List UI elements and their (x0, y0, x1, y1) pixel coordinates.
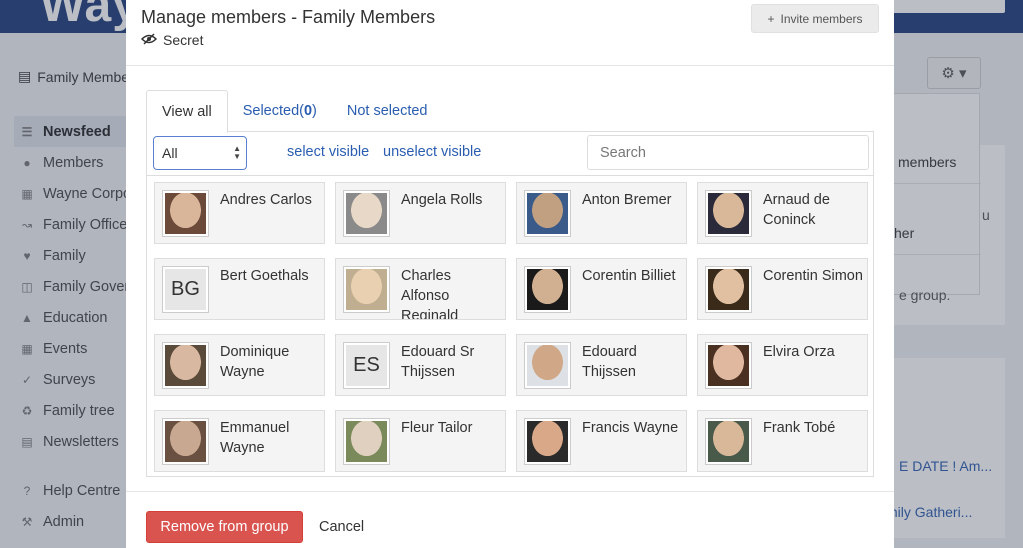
avatar (524, 342, 571, 389)
member-card[interactable]: Frank Tobé (697, 410, 868, 472)
member-name: Charles Alfonso Reginald (401, 268, 459, 320)
avatar (162, 190, 209, 237)
member-photo (527, 345, 568, 386)
member-name: Edouard Thijssen (582, 344, 637, 380)
modal-title: Manage members - Family Members (141, 7, 436, 27)
member-photo (708, 193, 749, 234)
member-photo (527, 421, 568, 462)
avatar: BG (162, 266, 209, 313)
member-card[interactable]: Andres Carlos (154, 182, 325, 244)
avatar (162, 342, 209, 389)
member-photo (527, 193, 568, 234)
member-photo (527, 269, 568, 310)
member-photo (165, 193, 206, 234)
avatar (705, 190, 752, 237)
privacy-label: Secret (163, 32, 204, 48)
avatar (343, 266, 390, 313)
member-photo (708, 269, 749, 310)
modal-header: Manage members - Family Members Secret +… (126, 0, 894, 66)
avatar (705, 418, 752, 465)
member-name: Andres Carlos (220, 192, 312, 208)
member-card[interactable]: Charles Alfonso Reginald (335, 258, 506, 320)
avatar (524, 190, 571, 237)
member-card[interactable]: Arnaud de Coninck (697, 182, 868, 244)
member-card[interactable]: Anton Bremer (516, 182, 687, 244)
member-card[interactable]: Angela Rolls (335, 182, 506, 244)
tab-view-all[interactable]: View all (146, 90, 228, 133)
member-card[interactable]: Corentin Billiet (516, 258, 687, 320)
member-card[interactable]: Elvira Orza (697, 334, 868, 396)
select-arrows-icon: ▲ ▼ (233, 144, 241, 161)
invite-members-button[interactable]: + Invite members (751, 4, 879, 33)
member-name: Corentin Billiet (582, 268, 676, 284)
remove-from-group-button[interactable]: Remove from group (146, 511, 303, 543)
member-photo (346, 269, 387, 310)
member-card[interactable]: ES Edouard Sr Thijssen (335, 334, 506, 396)
search-input[interactable] (587, 135, 869, 170)
avatar (524, 266, 571, 313)
avatar (162, 418, 209, 465)
member-name: Anton Bremer (582, 192, 672, 208)
member-card[interactable]: Dominique Wayne (154, 334, 325, 396)
member-name: Bert Goethals (220, 268, 309, 284)
unselect-visible-link[interactable]: unselect visible (383, 144, 481, 160)
filter-select[interactable]: All ▲ ▼ (153, 136, 247, 170)
member-name: Angela Rolls (401, 192, 483, 208)
member-grid: Andres Carlos Angela Rolls Anton Bremer Arn… (154, 182, 870, 472)
member-name: Corentin Simon (763, 268, 863, 284)
member-name: Frank Tobé (763, 420, 836, 436)
privacy-indicator: Secret (140, 32, 204, 48)
member-name: Dominique Wayne (220, 344, 290, 380)
member-card[interactable]: Fleur Tailor (335, 410, 506, 472)
member-name: Fleur Tailor (401, 420, 473, 436)
member-card[interactable]: Emmanuel Wayne (154, 410, 325, 472)
member-photo (708, 345, 749, 386)
member-card[interactable]: Corentin Simon (697, 258, 868, 320)
avatar (343, 190, 390, 237)
avatar (705, 342, 752, 389)
member-name: Francis Wayne (582, 420, 679, 436)
member-card[interactable]: BG Bert Goethals (154, 258, 325, 320)
member-photo (346, 421, 387, 462)
plus-icon: + (767, 11, 775, 26)
member-name: Emmanuel Wayne (220, 420, 290, 456)
avatar (705, 266, 752, 313)
avatar (524, 418, 571, 465)
members-toolbar: All ▲ ▼ select visible unselect visible (147, 131, 873, 176)
members-panel: All ▲▼ select visible unselect visible A… (146, 131, 874, 477)
member-card[interactable]: Edouard Thijssen (516, 334, 687, 396)
cancel-button[interactable]: Cancel (319, 519, 364, 535)
avatar-initials: BG (165, 269, 206, 310)
member-photo (708, 421, 749, 462)
manage-members-modal: Manage members - Family Members Secret +… (126, 0, 894, 548)
member-name: Edouard Sr Thijssen (401, 344, 475, 380)
member-photo (346, 193, 387, 234)
member-name: Arnaud de Coninck (763, 192, 830, 228)
tab-not-selected[interactable]: Not selected (332, 90, 443, 132)
member-name: Elvira Orza (763, 344, 835, 360)
select-visible-link[interactable]: select visible (287, 144, 369, 160)
avatar: ES (343, 342, 390, 389)
member-photo (165, 345, 206, 386)
selected-count: 0 (303, 103, 313, 119)
member-photo (165, 421, 206, 462)
avatar (343, 418, 390, 465)
modal-footer: Remove from group Cancel (126, 491, 894, 548)
member-card[interactable]: Francis Wayne (516, 410, 687, 472)
avatar-initials: ES (346, 345, 387, 386)
eye-slash-icon (140, 32, 158, 48)
member-tabs: View all Selected(0) Not selected (146, 90, 874, 133)
tab-selected[interactable]: Selected(0) (228, 90, 332, 132)
